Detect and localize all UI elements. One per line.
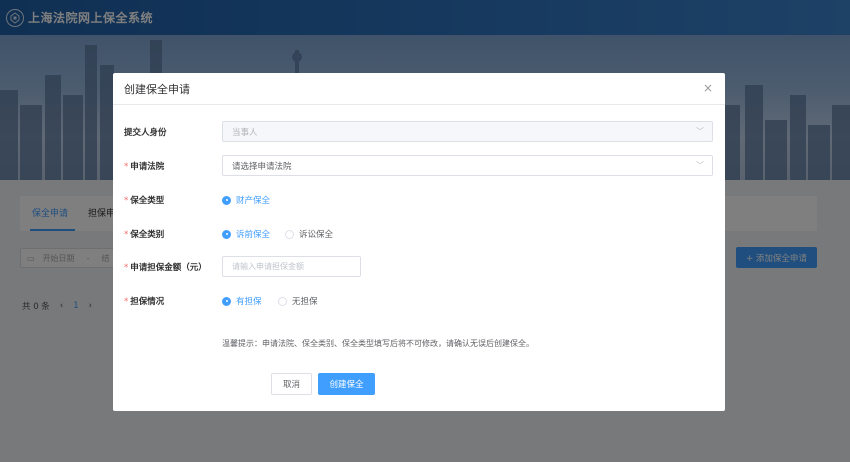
identity-label: 提交人身份 [124,128,167,138]
guarantee-label-text: 担保情况 [130,297,165,307]
guarantee-row: * 担保情况 有担保 无担保 [113,290,725,312]
amount-placeholder: 请输入申请担保金额 [232,262,304,271]
type-row: * 保全类型 财产保全 [113,189,725,211]
amount-row: * 申请担保金额（元） 请输入申请担保金额 [113,256,725,278]
radio-litigation[interactable]: 诉讼保全 [285,228,333,240]
dialog-title: 创建保全申请 [124,82,190,96]
category-row: * 保全类别 诉前保全 诉讼保全 [113,223,725,245]
guarantee-label: * 担保情况 [124,297,165,307]
court-label: * 申请法院 [124,162,165,172]
warm-tip: 温馨提示：申请法院、保全类别、保全类型填写后将不可修改，请确认无误后创建保全。 [222,339,534,348]
category-label-text: 保全类别 [130,230,165,240]
dialog-header: 创建保全申请 × [113,73,725,105]
amount-label: * 申请担保金额（元） [124,263,207,273]
radio-label: 无担保 [292,297,318,307]
radio-label: 诉前保全 [236,230,271,240]
chevron-down-icon: ﹀ [696,127,704,136]
radio-dot [222,195,231,205]
court-row: * 申请法院 请选择申请法院 ﹀ [113,155,725,177]
radio-dot [222,296,231,306]
radio-label: 有担保 [236,297,262,307]
identity-value: 当事人 [232,127,258,138]
radio-dot [285,229,294,239]
type-label-text: 保全类型 [130,196,165,206]
court-select[interactable]: 请选择申请法院 ﹀ [222,155,713,176]
cancel-button[interactable]: 取消 [271,373,312,395]
identity-select: 当事人 ﹀ [222,121,713,142]
court-label-text: 申请法院 [130,162,165,172]
radio-without-guarantee[interactable]: 无担保 [278,295,318,307]
chevron-down-icon: ﹀ [696,161,704,170]
category-label: * 保全类别 [124,230,165,240]
type-label: * 保全类型 [124,196,165,206]
amount-input[interactable]: 请输入申请担保金额 [222,256,361,277]
radio-dot [222,229,231,239]
radio-dot [278,296,287,306]
court-placeholder: 请选择申请法院 [232,161,292,172]
radio-label: 诉讼保全 [299,230,334,240]
radio-label: 财产保全 [236,196,271,206]
radio-with-guarantee[interactable]: 有担保 [222,295,262,307]
create-preservation-button[interactable]: 创建保全 [318,373,375,395]
radio-property-preservation[interactable]: 财产保全 [222,194,270,206]
close-icon[interactable]: × [703,81,713,95]
create-preservation-dialog: 创建保全申请 × 提交人身份 当事人 ﹀ * 申请法院 请选择申请法院 ﹀ * 保全… [113,73,725,411]
amount-label-text: 申请担保金额（元） [130,263,207,273]
radio-pre-litigation[interactable]: 诉前保全 [222,228,270,240]
identity-row: 提交人身份 当事人 ﹀ [113,121,725,143]
